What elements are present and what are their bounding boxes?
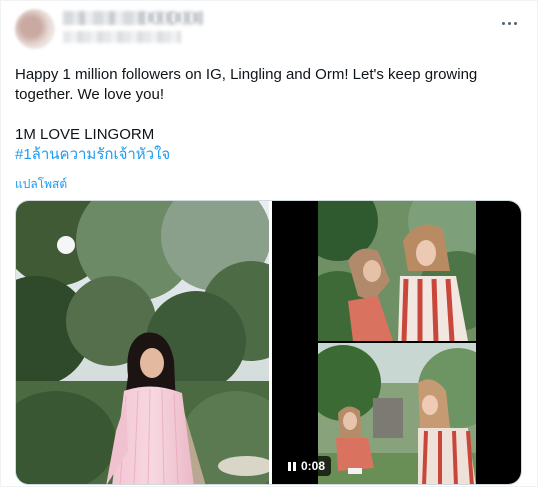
photo-garden-woman (16, 201, 269, 484)
media-grid[interactable]: 0:08 (15, 200, 522, 485)
video-frame-bottom (318, 343, 476, 484)
tweet-body: Happy 1 million followers on IG, Linglin… (15, 65, 515, 165)
tweet-text-line: Happy 1 million followers on IG, Linglin… (15, 66, 478, 83)
hashtag-link[interactable]: #1ล้านความรักเจ้าหัวใจ (15, 145, 515, 165)
tweet-text-line: 1M LOVE LINGORM (15, 126, 155, 143)
author-meta-redacted (139, 13, 199, 22)
tweet-text-line: together. We love you! (15, 86, 164, 103)
video-frame-top (318, 201, 476, 341)
avatar[interactable] (15, 9, 55, 49)
photo-image[interactable] (16, 201, 269, 484)
translate-post-link[interactable]: แปลโพสต์ (15, 175, 67, 194)
video-duration-badge[interactable]: 0:08 (282, 456, 332, 476)
author-handle-redacted[interactable] (63, 31, 181, 43)
more-options-icon[interactable] (495, 11, 523, 35)
pause-icon[interactable] (288, 461, 296, 471)
video-duration: 0:08 (301, 459, 326, 473)
video-player[interactable]: 0:08 (272, 201, 521, 484)
tweet-card[interactable]: Happy 1 million followers on IG, Linglin… (0, 0, 538, 487)
